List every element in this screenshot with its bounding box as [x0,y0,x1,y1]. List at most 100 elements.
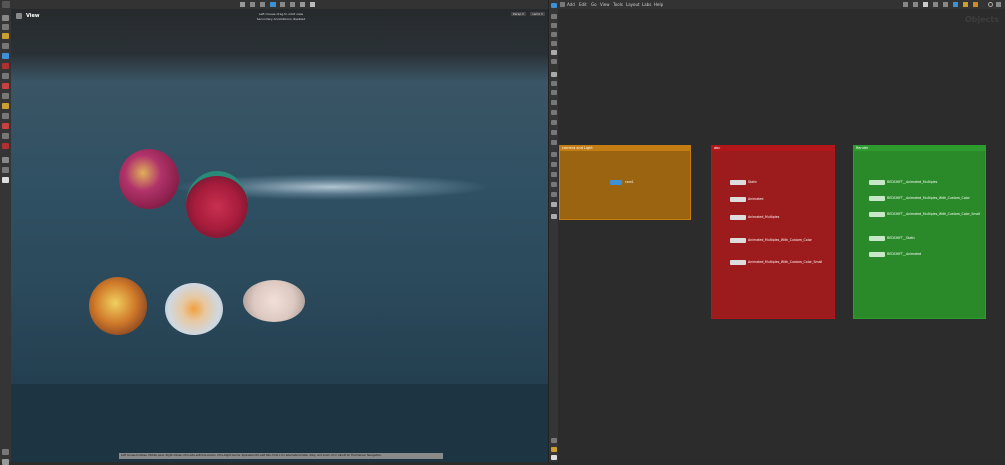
page-icon[interactable] [923,2,928,7]
back-icon[interactable] [560,2,565,7]
render-region-icon[interactable] [551,455,557,460]
points-icon[interactable] [551,81,557,86]
paint-icon[interactable] [2,133,9,139]
tree-view-icon[interactable] [953,2,958,7]
alembic-node-icon [730,215,746,220]
shape-palette-icon[interactable] [973,2,978,7]
view-menu-icon[interactable] [16,13,22,19]
network-box-title[interactable]: Render [854,146,985,151]
pivot-icon[interactable] [551,140,557,145]
persp-menu[interactable]: Persp ▾ [511,12,526,16]
camera-node-icon [610,180,622,185]
menu-help[interactable]: Help [654,2,663,7]
node-label: REDSHIFT__Static [887,236,916,240]
network-box-camera-light[interactable]: camera and Light cam1 [559,145,691,220]
camera-menu[interactable]: cam1 ▾ [530,12,545,16]
handle-icon[interactable] [2,73,9,79]
floor [11,384,548,462]
snap-grid-icon[interactable] [2,93,9,99]
node-label: cam1 [625,180,634,184]
fuzzy-ball [89,277,147,335]
normals-icon[interactable] [551,90,557,95]
snap-icon[interactable] [280,2,285,7]
color-palette-icon[interactable] [963,2,968,7]
fuzzy-ball [186,171,248,238]
snap-icon[interactable] [913,2,918,7]
menu-add[interactable]: Add [567,2,575,7]
uv-icon[interactable] [551,130,557,135]
magnet-icon[interactable] [2,83,9,89]
network-box-abc[interactable]: abc Static Animated Animated_Multiples A… [711,145,835,319]
view-tool-icon[interactable] [270,2,276,7]
display-icon[interactable] [2,157,9,163]
transform-tool-icon[interactable] [250,2,255,7]
menu-view[interactable]: View [600,2,610,7]
select-icon[interactable] [2,15,9,21]
bounding-icon[interactable] [551,152,557,157]
info-icon[interactable] [2,459,9,465]
network-box-title[interactable]: camera and Light [560,146,690,151]
menu-labs[interactable]: Labs [642,2,651,7]
alembic-node-icon [730,197,746,202]
geometry-icon[interactable] [551,72,557,77]
menu-tools[interactable]: Tools [613,2,623,7]
record-icon[interactable] [2,63,9,69]
frame-icon[interactable] [551,23,557,28]
network-editor[interactable]: Objects camera and Light cam1 abc Static… [558,9,1005,462]
camera-icon[interactable] [300,2,305,7]
hidden-icon[interactable] [551,192,557,197]
viewport-hint: Left mouse drag to orbit view [258,12,304,16]
wire-icon[interactable] [2,123,9,129]
node-label: REDSHIFT__Animated [887,252,922,256]
settings-icon[interactable] [2,449,9,455]
lasso-icon[interactable] [2,143,9,149]
render-icon[interactable] [310,2,315,7]
wireframe-icon[interactable] [2,177,9,183]
pose-icon[interactable] [2,43,9,49]
shading-mode-icon[interactable] [551,59,557,64]
template-icon[interactable] [551,162,557,167]
edge-icon[interactable] [551,110,557,115]
node-label: Static [748,180,758,184]
select-tool-icon[interactable] [240,2,245,7]
menu-edit[interactable]: Edit [579,2,587,7]
status-bar: Left mouse tumbles. Middle pans. Right d… [119,453,443,459]
home-icon[interactable] [551,14,557,19]
primitive-icon[interactable] [551,120,557,125]
wrench-icon[interactable] [903,2,908,7]
search-icon[interactable] [988,2,993,7]
network-context-label: Objects [964,15,999,24]
menu-layout[interactable]: Layout [626,2,640,7]
viewport-hint-secondary: Secondary Annotations disabled [256,17,306,21]
alembic-node-icon [730,260,746,265]
rotate-tool-icon[interactable] [260,2,265,7]
options-icon[interactable] [996,2,1001,7]
grid-view-icon[interactable] [933,2,938,7]
background-icon[interactable] [551,202,557,207]
visibility-icon[interactable] [551,182,557,187]
snapshot-icon[interactable] [551,214,557,219]
fuzzy-ball [243,280,305,322]
view-title: View [26,13,40,19]
footprint-icon[interactable] [551,172,557,177]
grid-icon[interactable] [2,1,10,8]
brush-icon[interactable] [2,33,9,39]
light-toggle-icon[interactable] [551,447,557,452]
network-box-render[interactable]: Render REDSHIFT__Animated_Multiples REDS… [853,145,986,319]
view-icon[interactable] [2,53,9,59]
lock-icon[interactable] [551,32,557,37]
display-options-icon[interactable] [551,50,557,55]
vertex-icon[interactable] [551,100,557,105]
ghost-icon[interactable] [551,41,557,46]
light-icon[interactable] [2,103,9,109]
info-icon[interactable] [551,438,557,443]
camera-lock-icon[interactable] [551,3,557,8]
menu-go[interactable]: Go [591,2,597,7]
handle-icon[interactable] [290,2,295,7]
3d-viewport[interactable]: View Left mouse drag to orbit view Secon… [11,9,548,462]
move-icon[interactable] [2,24,9,30]
shading-icon[interactable] [2,167,9,173]
camera-tool-icon[interactable] [2,113,9,119]
network-box-title[interactable]: abc [712,146,834,151]
list-view-icon[interactable] [943,2,948,7]
